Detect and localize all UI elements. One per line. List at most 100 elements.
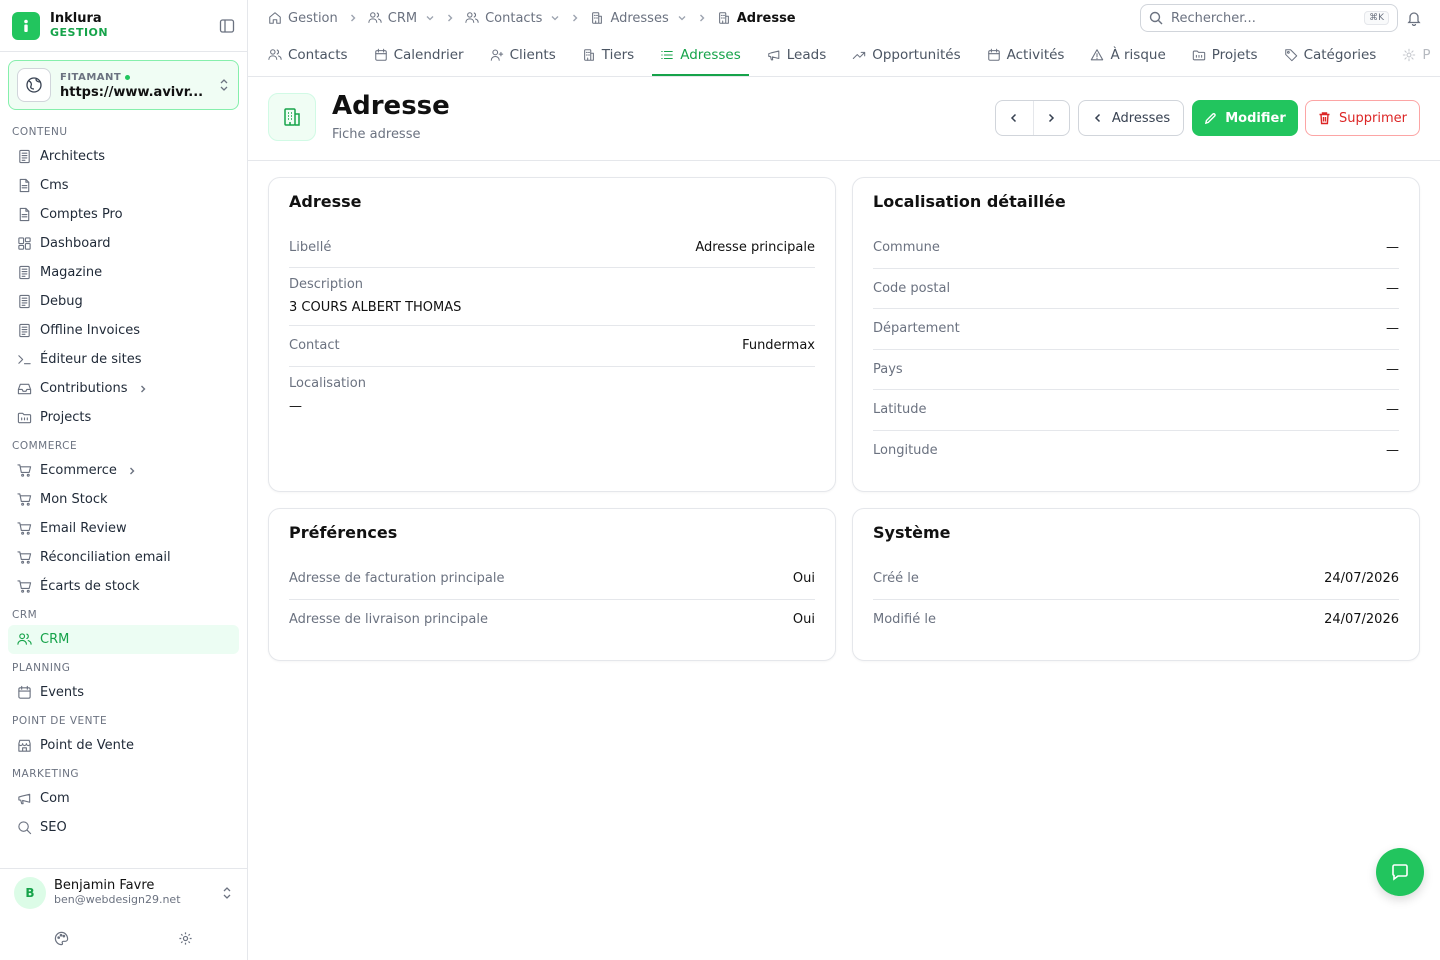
sidebar: Inklura GESTION FITAMANT https://www.avi… — [0, 0, 248, 960]
sidebar-item-crm[interactable]: CRM — [8, 625, 239, 654]
search-icon — [1149, 11, 1163, 25]
sidebar-item-label: Éditeur de sites — [40, 352, 142, 367]
breadcrumb-item[interactable]: Gestion — [268, 11, 338, 26]
next-button[interactable] — [1032, 101, 1070, 135]
tab-contacts[interactable]: Contacts — [260, 36, 356, 76]
search-placeholder: Rechercher... — [1171, 10, 1256, 26]
field-value: 3 COURS ALBERT THOMAS — [289, 300, 462, 315]
sidebar-item-ecommerce[interactable]: Ecommerce — [8, 456, 239, 485]
nav-section-title: MARKETING — [12, 768, 80, 780]
tab-projets[interactable]: Projets — [1184, 36, 1266, 76]
gear-icon[interactable] — [178, 931, 193, 946]
chevron-left-icon — [1092, 112, 1104, 124]
user-menu[interactable]: B Benjamin Favre ben@webdesign29.net — [0, 868, 247, 916]
page-title: Adresse — [332, 91, 450, 121]
tab-activites[interactable]: Activités — [979, 36, 1073, 76]
breadcrumb-item[interactable]: CRM — [368, 11, 435, 26]
dashboard-icon — [16, 236, 32, 251]
sidebar-item-seo[interactable]: SEO — [8, 813, 239, 842]
field-row: Code postal — — [873, 269, 1399, 309]
megaphone-icon — [767, 48, 781, 62]
tab-label: P — [1422, 47, 1431, 63]
file-icon — [16, 207, 32, 222]
tab-tiers[interactable]: Tiers — [574, 36, 642, 76]
sidebar-item-ecarts-de-stock[interactable]: Écarts de stock — [8, 572, 239, 601]
home-icon — [268, 11, 282, 25]
field-label: Libellé — [289, 240, 332, 255]
chevron-right-icon — [445, 13, 455, 23]
cart-icon — [16, 521, 32, 536]
workspace-switcher[interactable]: FITAMANT https://www.avivr... — [8, 60, 239, 110]
sidebar-item-mon-stock[interactable]: Mon Stock — [8, 485, 239, 514]
back-to-list-button[interactable]: Adresses — [1078, 100, 1184, 136]
tab-calendrier[interactable]: Calendrier — [366, 36, 472, 76]
palette-icon[interactable] — [54, 931, 69, 946]
sidebar-item-label: Écarts de stock — [40, 579, 140, 594]
sidebar-item-label: Dashboard — [40, 236, 111, 251]
sidebar-item-com[interactable]: Com — [8, 784, 239, 813]
field-label: Créé le — [873, 571, 919, 587]
sidebar-item-debug[interactable]: Debug — [8, 287, 239, 316]
nav-section-title: PLANNING — [12, 662, 71, 674]
sidebar-item-magazine[interactable]: Magazine — [8, 258, 239, 287]
field-value: — — [1386, 361, 1399, 377]
tab-categories[interactable]: Catégories — [1276, 36, 1385, 76]
field-row: Département — — [873, 309, 1399, 350]
sidebar-item-reconciliation-email[interactable]: Réconciliation email — [8, 543, 239, 572]
back-button-label: Adresses — [1111, 110, 1171, 126]
sidebar-item-offline-invoices[interactable]: Offline Invoices — [8, 316, 239, 345]
sidebar-item-events[interactable]: Events — [8, 678, 239, 707]
cart-icon — [16, 579, 32, 594]
breadcrumb-item[interactable]: Adresses — [590, 11, 686, 26]
chat-button[interactable] — [1376, 848, 1424, 896]
user-plus-icon — [490, 48, 504, 62]
sidebar-toggle-icon[interactable] — [219, 18, 235, 34]
chat-icon — [1390, 862, 1410, 882]
sidebar-item-label: Ecommerce — [40, 463, 117, 478]
sidebar-item-dashboard[interactable]: Dashboard — [8, 229, 239, 258]
user-name: Benjamin Favre — [54, 877, 155, 893]
sidebar-item-email-review[interactable]: Email Review — [8, 514, 239, 543]
sidebar-item-comptes-pro[interactable]: Comptes Pro — [8, 200, 239, 229]
tab-a-risque[interactable]: À risque — [1082, 36, 1173, 76]
bell-icon[interactable] — [1406, 10, 1422, 26]
tab-label: Leads — [786, 47, 827, 63]
sidebar-item-point-de-vente[interactable]: Point de Vente — [8, 731, 239, 760]
warning-icon — [1090, 48, 1104, 62]
chevron-down-icon — [550, 13, 560, 23]
sidebar-item-editeur-de-sites[interactable]: Éditeur de sites — [8, 345, 239, 374]
sidebar-item-label: Point de Vente — [40, 738, 135, 753]
card-title: Système — [873, 523, 951, 542]
search-icon — [16, 820, 32, 835]
list-icon — [660, 48, 674, 62]
field-label: Commune — [873, 240, 940, 256]
breadcrumb-item[interactable]: Contacts — [465, 11, 560, 26]
sidebar-item-cms[interactable]: Cms — [8, 171, 239, 200]
field-label: Adresse de livraison principale — [289, 612, 489, 628]
tab-leads[interactable]: Leads — [759, 36, 834, 76]
chevron-right-icon — [697, 13, 707, 23]
card-localisation: Localisation détaillée Commune — Code post… — [852, 177, 1420, 492]
field-label: Localisation — [289, 375, 366, 391]
users-icon — [368, 11, 382, 25]
nav-section-title: CONTENU — [12, 126, 68, 138]
sidebar-item-architects[interactable]: Architects — [8, 142, 239, 171]
tab-p[interactable]: P — [1394, 36, 1438, 76]
sidebar-item-contributions[interactable]: Contributions — [8, 374, 239, 403]
field-value: — — [1386, 321, 1399, 337]
globe-icon — [17, 68, 51, 102]
search-input[interactable]: Rechercher... ⌘K — [1140, 4, 1398, 32]
tab-clients[interactable]: Clients — [482, 36, 564, 76]
delete-button[interactable]: Supprimer — [1305, 100, 1420, 136]
sidebar-item-projects[interactable]: Projects — [8, 403, 239, 432]
tab-opportunites[interactable]: Opportunités — [844, 36, 968, 76]
tab-label: Calendrier — [393, 47, 464, 63]
edit-button[interactable]: Modifier — [1192, 100, 1298, 136]
field-value: 24/07/2026 — [1324, 571, 1399, 587]
card-adresse: Adresse Libellé Adresse principale Descr… — [268, 177, 836, 492]
brand-subtitle: GESTION — [50, 25, 109, 39]
previous-button[interactable] — [996, 101, 1033, 135]
tab-adresses[interactable]: Adresses — [652, 36, 749, 76]
store-icon — [16, 738, 32, 753]
brand-name: Inklura — [50, 10, 102, 26]
